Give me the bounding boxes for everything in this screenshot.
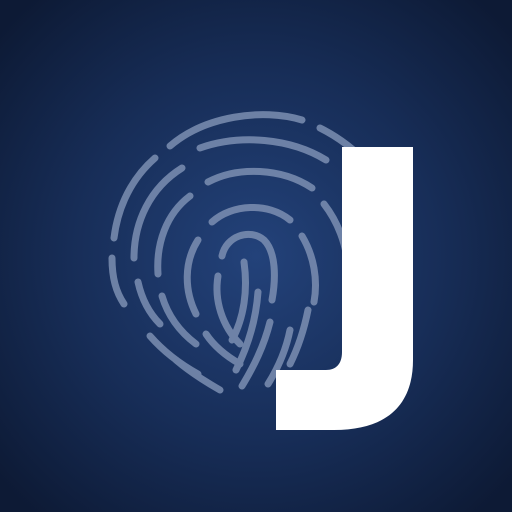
background <box>0 0 512 512</box>
app-icon-artwork <box>0 0 512 512</box>
app-icon <box>0 0 512 512</box>
